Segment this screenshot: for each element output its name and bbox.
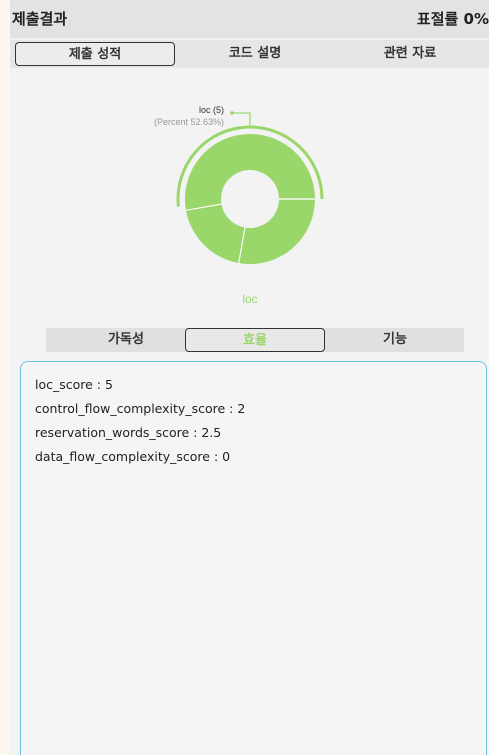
main-tabs: 제출 성적 코드 설명 관련 자료 — [10, 40, 489, 68]
chart-center-label: loc — [242, 292, 257, 306]
tooltip-label: loc (5) — [199, 105, 224, 115]
score-category-tabs: 가독성 효율 기능 — [46, 328, 464, 352]
score-details-box: loc_score : 5 control_flow_complexity_sc… — [20, 361, 487, 755]
score-line-data-flow: data_flow_complexity_score : 0 — [35, 449, 231, 464]
tab-submission-score[interactable]: 제출 성적 — [15, 42, 175, 66]
tooltip-percent: (Percent 52.63%) — [154, 117, 224, 127]
score-line-control-flow: control_flow_complexity_score : 2 — [35, 401, 246, 416]
score-line-reservation-words: reservation_words_score : 2.5 — [35, 425, 222, 440]
tooltip-marker-dot — [230, 111, 234, 115]
page-title: 제출결과 — [12, 10, 68, 28]
tooltip-leader-line — [232, 112, 251, 126]
tab-code-explanation[interactable]: 코드 설명 — [180, 42, 330, 66]
score-line-loc: loc_score : 5 — [35, 377, 113, 392]
tab-readability[interactable]: 가독성 — [66, 328, 186, 352]
tab-related-materials[interactable]: 관련 자료 — [335, 42, 485, 66]
donut-chart: loc (5) (Percent 52.63%) loc — [10, 68, 489, 328]
plagiarism-rate: 표절률 0% — [416, 10, 489, 28]
tab-efficiency[interactable]: 효율 — [185, 328, 325, 352]
result-panel: 제출결과 표절률 0% 제출 성적 코드 설명 관련 자료 loc (5) (P… — [10, 0, 489, 755]
result-header: 제출결과 표절률 0% — [10, 0, 489, 38]
tab-functionality[interactable]: 기능 — [326, 328, 464, 352]
